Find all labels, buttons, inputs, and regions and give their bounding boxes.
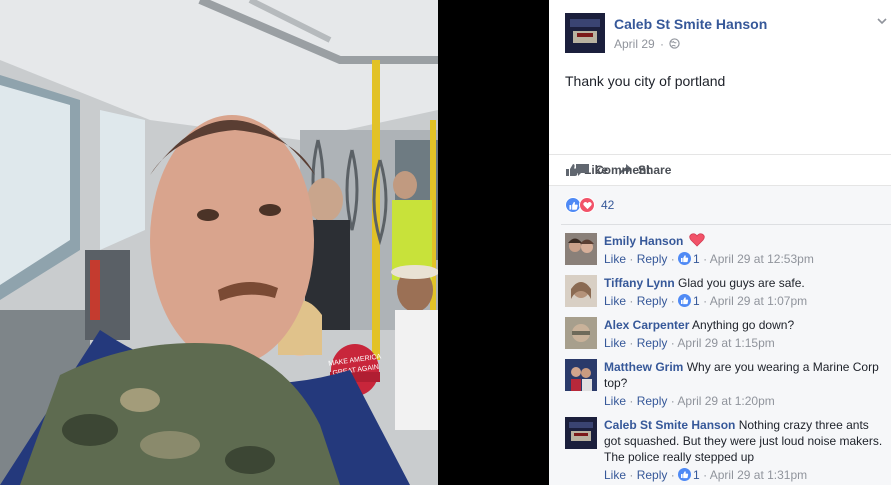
meta-separator: ·: [667, 252, 679, 266]
avatar-image: [565, 359, 597, 391]
photo-image: MAKE AMERICA GREAT AGAIN: [0, 0, 438, 485]
like-count-icon: [678, 252, 692, 265]
date-separator: ·: [660, 37, 665, 51]
comment-avatar[interactable]: [565, 359, 597, 391]
meta-separator: ·: [626, 468, 637, 482]
comment-meta: Like · Reply · 1 · April 29 at 12:53pm: [604, 251, 886, 267]
avatar-image: [565, 317, 597, 349]
bus-selfie-photo[interactable]: MAKE AMERICA GREAT AGAIN: [0, 0, 438, 485]
comment-timestamp[interactable]: April 29 at 1:31pm: [710, 468, 807, 482]
comment-timestamp[interactable]: April 29 at 1:20pm: [677, 394, 774, 408]
comment-like-count[interactable]: 1: [693, 252, 700, 266]
comment-reply-link[interactable]: Reply: [637, 394, 668, 408]
globe-icon[interactable]: [669, 38, 681, 49]
post-timestamp: April 29 ·: [614, 37, 681, 51]
meta-separator: ·: [626, 294, 637, 308]
comment-avatar[interactable]: [565, 233, 597, 265]
feedback-divider: [561, 224, 891, 225]
comment-reply-link[interactable]: Reply: [637, 294, 668, 308]
meta-separator: ·: [667, 336, 678, 350]
photo-viewer: MAKE AMERICA GREAT AGAIN: [0, 0, 549, 485]
comment-like-count[interactable]: 1: [693, 468, 700, 482]
comment-timestamp[interactable]: April 29 at 12:53pm: [710, 252, 814, 266]
meta-separator: ·: [667, 394, 678, 408]
comment-timestamp[interactable]: April 29 at 1:15pm: [677, 336, 774, 350]
like-count-icon: [678, 294, 692, 307]
comment-like-link[interactable]: Like: [604, 252, 626, 266]
post-panel: Caleb St Smite Hanson April 29 · Thank y…: [549, 0, 891, 485]
post-header: Caleb St Smite Hanson April 29 ·: [549, 0, 891, 60]
meta-separator: ·: [699, 294, 710, 308]
commenter-name[interactable]: Alex Carpenter: [604, 318, 689, 332]
avatar-image: [565, 275, 597, 307]
comment-text: Anything go down?: [692, 318, 795, 332]
comment-like-count[interactable]: 1: [693, 294, 700, 308]
meta-separator: ·: [667, 294, 679, 308]
avatar-image: [565, 233, 597, 265]
meta-separator: ·: [626, 336, 637, 350]
author-avatar[interactable]: [565, 13, 605, 53]
comment-meta: Like · Reply · 1 · April 29 at 1:31pm: [604, 467, 886, 483]
post-text: Thank you city of portland: [565, 73, 726, 89]
commenter-name[interactable]: Tiffany Lynn: [604, 276, 675, 290]
comment-like-link[interactable]: Like: [604, 336, 626, 350]
meta-separator: ·: [667, 468, 679, 482]
author-name[interactable]: Caleb St Smite Hanson: [614, 16, 767, 32]
meta-separator: ·: [626, 252, 637, 266]
comment-button[interactable]: Comment: [575, 163, 891, 177]
post-date[interactable]: April 29: [614, 37, 655, 51]
avatar-image: [565, 417, 597, 449]
heart-icon: [689, 233, 705, 247]
comment-like-link[interactable]: Like: [604, 468, 626, 482]
meta-separator: ·: [699, 468, 710, 482]
meta-separator: ·: [626, 394, 637, 408]
comment-avatar[interactable]: [565, 417, 597, 449]
comment-meta: Like · Reply · April 29 at 1:20pm: [604, 393, 886, 409]
love-reaction-icon: [579, 197, 595, 213]
chevron-down-icon[interactable]: [877, 16, 887, 26]
commenter-name[interactable]: Matthew Grim: [604, 360, 683, 374]
comment-meta: Like · Reply · April 29 at 1:15pm: [604, 335, 886, 351]
reactions-summary[interactable]: 42: [565, 197, 614, 213]
commenter-name[interactable]: Caleb St Smite Hanson: [604, 418, 735, 432]
comment-like-link[interactable]: Like: [604, 394, 626, 408]
comment-reply-link[interactable]: Reply: [637, 336, 668, 350]
like-count-icon: [678, 468, 692, 481]
comment-label: Comment: [595, 163, 651, 177]
reaction-count[interactable]: 42: [601, 198, 614, 212]
avatar-image: [565, 13, 605, 53]
meta-separator: ·: [699, 252, 710, 266]
commenter-name[interactable]: Emily Hanson: [604, 234, 683, 248]
comment-avatar[interactable]: [565, 317, 597, 349]
comment-meta: Like · Reply · 1 · April 29 at 1:07pm: [604, 293, 886, 309]
comment-avatar[interactable]: [565, 275, 597, 307]
comment-reply-link[interactable]: Reply: [637, 252, 668, 266]
comment-like-link[interactable]: Like: [604, 294, 626, 308]
feedback-section: 42 Emily Hanson Like · Reply · 1 · April…: [549, 185, 891, 485]
comment-text: Glad you guys are safe.: [678, 276, 805, 290]
comment-timestamp[interactable]: April 29 at 1:07pm: [710, 294, 807, 308]
comment-icon: [576, 164, 589, 176]
post-actions-bar: Like Comment Share: [549, 154, 891, 185]
comment-reply-link[interactable]: Reply: [637, 468, 668, 482]
